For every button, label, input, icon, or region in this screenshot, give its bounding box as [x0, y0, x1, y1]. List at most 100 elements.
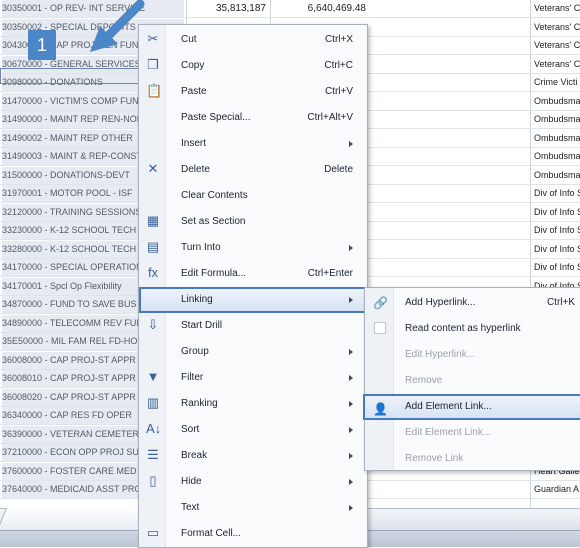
- ranking-icon: ▥: [146, 395, 160, 410]
- linking-submenu: 🔗 Add Hyperlink... Ctrl+K Read content as h…: [363, 287, 580, 472]
- formula-icon: fx: [147, 265, 159, 280]
- department-cell: Crime Victi: [534, 77, 578, 87]
- department-cell: Div of Info S: [534, 225, 580, 235]
- department-cell: Div of Info S: [534, 262, 580, 272]
- menu-item-label: Cut: [181, 34, 197, 45]
- submenu-item-edit-hyperlink: Edit Hyperlink...: [365, 342, 580, 368]
- submenu-item-add-hyperlink[interactable]: 🔗 Add Hyperlink... Ctrl+K: [365, 290, 580, 316]
- menu-item-delete[interactable]: ✕ Delete Delete: [139, 157, 367, 183]
- submenu-arrow-icon: [349, 297, 353, 303]
- menu-item-shortcut: Ctrl+X: [324, 34, 353, 45]
- menu-item-label: Copy: [181, 60, 205, 71]
- menu-item-format-cell[interactable]: ▭ Format Cell...: [139, 521, 367, 547]
- filter-icon: ▼: [146, 369, 160, 384]
- hide-icon: ▯: [149, 473, 157, 488]
- delete-x-icon: ✕: [147, 161, 159, 176]
- department-cell: Guardian A: [534, 484, 580, 494]
- submenu-item-label: Add Element Link...: [405, 401, 492, 412]
- menu-item-insert[interactable]: Insert: [139, 131, 367, 157]
- menu-item-group[interactable]: Group: [139, 339, 367, 365]
- menu-item-label: Linking: [181, 294, 213, 305]
- department-cell: Div of Info S: [534, 243, 580, 254]
- submenu-item-remove-link: Remove Link: [365, 446, 580, 472]
- menu-item-label: Start Drill: [181, 320, 223, 331]
- break-icon: ☰: [147, 447, 159, 462]
- sheet-tab[interactable]: [0, 508, 148, 531]
- submenu-arrow-icon: [349, 349, 353, 355]
- submenu-arrow-icon: [349, 375, 353, 381]
- menu-item-hide[interactable]: ▯ Hide: [139, 469, 367, 495]
- menu-item-label: Edit Formula...: [181, 268, 247, 279]
- hyperlink-icon: 🔗: [373, 296, 388, 310]
- submenu-arrow-icon: [349, 245, 353, 251]
- checkbox-icon[interactable]: [374, 322, 386, 334]
- department-cell: Veterans' C: [534, 40, 580, 50]
- format-cell-icon: ▭: [146, 525, 160, 540]
- menu-item-label: Group: [181, 346, 209, 357]
- submenu-item-label: Remove: [405, 375, 443, 386]
- submenu-arrow-icon: [349, 479, 353, 485]
- section-icon: ▦: [146, 213, 160, 228]
- menu-item-ranking[interactable]: ▥ Ranking: [139, 391, 367, 417]
- department-cell: Veterans' C: [534, 3, 580, 13]
- menu-item-paste-special[interactable]: Paste Special... Ctrl+Alt+V: [139, 105, 367, 131]
- submenu-arrow-icon: [349, 505, 353, 511]
- menu-item-turn-into[interactable]: ▤ Turn Into: [139, 235, 367, 261]
- menu-item-copy[interactable]: ❐ Copy Ctrl+C: [139, 53, 367, 79]
- submenu-item-shortcut: Ctrl+K: [546, 297, 575, 308]
- turn-into-icon: ▤: [146, 239, 160, 254]
- menu-item-shortcut: Delete: [324, 164, 353, 175]
- menu-item-label: Clear Contents: [181, 190, 248, 201]
- submenu-arrow-icon: [349, 401, 353, 407]
- menu-item-label: Turn Into: [181, 242, 221, 253]
- submenu-item-label: Read content as hyperlink: [405, 323, 521, 334]
- department-cell: Div of Info S: [534, 206, 580, 217]
- submenu-arrow-icon: [349, 141, 353, 147]
- menu-item-break[interactable]: ☰ Break: [139, 443, 367, 469]
- menu-item-start-drill[interactable]: ⇩ Start Drill: [139, 313, 367, 339]
- menu-item-paste[interactable]: 📋 Paste Ctrl+V: [139, 79, 367, 105]
- submenu-item-read-content-as-hyperlink[interactable]: Read content as hyperlink: [365, 316, 580, 342]
- menu-item-filter[interactable]: ▼ Filter: [139, 365, 367, 391]
- menu-item-label: Insert: [181, 138, 207, 149]
- menu-item-label: Text: [181, 502, 200, 513]
- step-arrow-icon: [90, 0, 145, 52]
- amount-cell: 6,640,469.48: [307, 3, 366, 14]
- submenu-arrow-icon: [349, 453, 353, 459]
- department-cell: Div of Info S: [534, 188, 580, 198]
- drill-icon: ⇩: [147, 317, 159, 332]
- step-number-badge: 1: [28, 30, 56, 60]
- submenu-item-label: Edit Element Link...: [405, 427, 492, 438]
- menu-item-edit-formula[interactable]: fx Edit Formula... Ctrl+Enter: [139, 261, 367, 287]
- menu-item-label: Set as Section: [181, 216, 246, 227]
- submenu-item-label: Remove Link: [405, 453, 464, 464]
- menu-item-sort[interactable]: A↓ Sort: [139, 417, 367, 443]
- menu-item-shortcut: Ctrl+C: [324, 60, 353, 71]
- menu-item-cut[interactable]: ✂ Cut Ctrl+X: [139, 27, 367, 53]
- department-cell: Ombudsma: [534, 132, 580, 143]
- menu-item-label: Format Cell...: [181, 528, 242, 539]
- element-link-icon: 👤: [373, 402, 388, 416]
- submenu-item-edit-element-link: Edit Element Link...: [365, 420, 580, 446]
- department-cell: Veterans' C: [534, 21, 580, 32]
- menu-item-label: Delete: [181, 164, 210, 175]
- menu-item-label: Filter: [181, 372, 204, 383]
- menu-item-label: Ranking: [181, 398, 218, 409]
- menu-item-clear-contents[interactable]: Clear Contents: [139, 183, 367, 209]
- submenu-item-add-element-link[interactable]: 👤 Add Element Link...: [363, 394, 580, 420]
- department-cell: Veterans' C: [534, 58, 580, 69]
- menu-item-linking[interactable]: Linking: [139, 287, 367, 313]
- submenu-item-remove: Remove: [365, 368, 580, 394]
- menu-item-text[interactable]: Text: [139, 495, 367, 521]
- menu-item-set-as-section[interactable]: ▦ Set as Section: [139, 209, 367, 235]
- copy-icon: ❐: [147, 57, 159, 72]
- context-menu: ✂ Cut Ctrl+X ❐ Copy Ctrl+C 📋 Paste Ctrl+V Paste S…: [138, 24, 368, 548]
- department-cell: Ombudsma: [534, 95, 580, 106]
- menu-item-shortcut: Ctrl+Alt+V: [307, 112, 353, 123]
- department-cell: Ombudsma: [534, 169, 580, 180]
- menu-item-label: Paste: [181, 86, 207, 97]
- paste-icon: 📋: [146, 83, 163, 98]
- submenu-item-label: Add Hyperlink...: [405, 297, 476, 308]
- department-cell: Ombudsma: [534, 151, 580, 161]
- menu-item-label: Sort: [181, 424, 200, 435]
